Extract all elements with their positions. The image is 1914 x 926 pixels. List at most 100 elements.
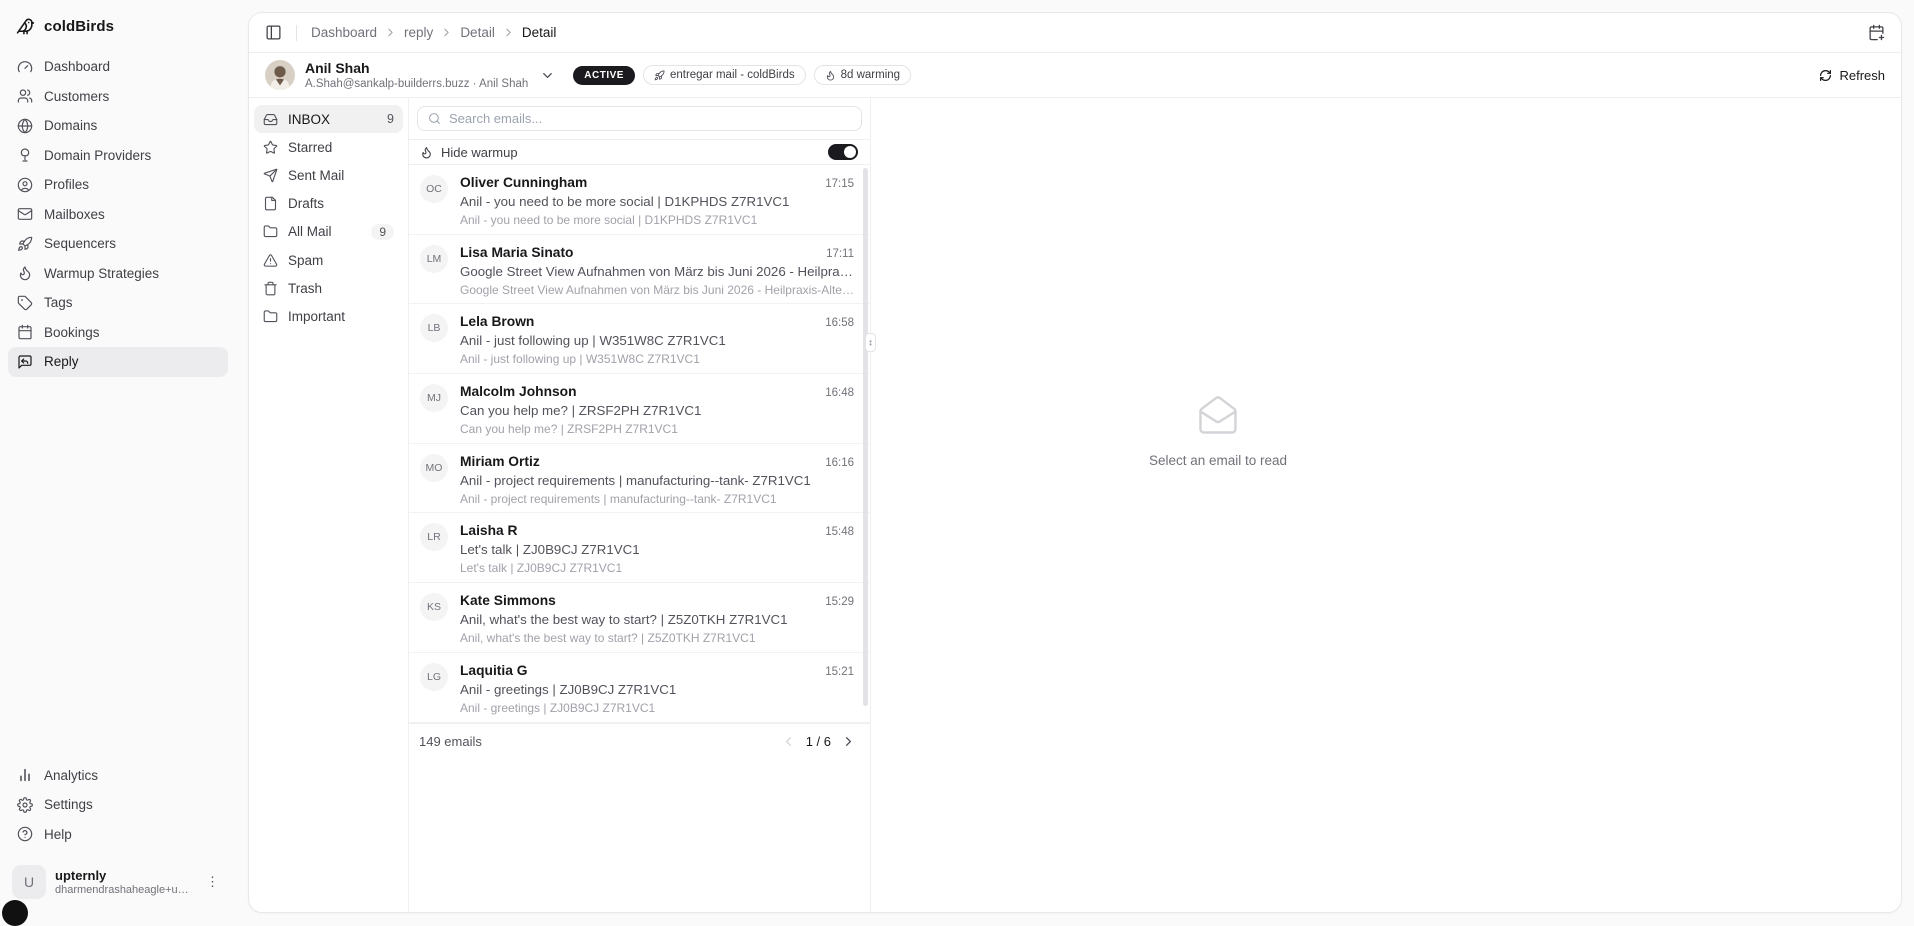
calendar-plus-icon bbox=[1868, 24, 1885, 41]
status-badge: ACTIVE bbox=[573, 66, 635, 85]
breadcrumb-item[interactable]: reply bbox=[404, 25, 433, 40]
sidebar-toggle-button[interactable] bbox=[265, 24, 282, 41]
sender-avatar: LG bbox=[420, 663, 448, 691]
email-list-panel: Hide warmup OC Oliver Cunningham 17:15 An… bbox=[409, 98, 871, 912]
refresh-icon bbox=[1819, 69, 1832, 82]
page-prev-button[interactable] bbox=[781, 734, 796, 749]
folder-sent-mail[interactable]: Sent Mail bbox=[254, 161, 403, 189]
email-list-item[interactable]: LR Laisha R15:48 Let's talk | ZJ0B9CJ Z7… bbox=[409, 513, 870, 583]
page-next-button[interactable] bbox=[841, 734, 856, 749]
account-avatar: U bbox=[12, 865, 46, 899]
account-name: upternly bbox=[55, 868, 193, 883]
sender-avatar: LB bbox=[420, 314, 448, 342]
sender-name: Kate Simmons bbox=[460, 593, 815, 609]
folder-trash[interactable]: Trash bbox=[254, 274, 403, 302]
mail-icon bbox=[17, 206, 33, 222]
breadcrumb-item[interactable]: Dashboard bbox=[311, 25, 377, 40]
email-list-item[interactable]: LB Lela Brown16:58 Anil - just following… bbox=[409, 304, 870, 374]
sidebar-item-domain-providers[interactable]: Domain Providers bbox=[8, 141, 228, 171]
warming-tag-badge[interactable]: 8d warming bbox=[814, 65, 911, 85]
folder-label: Spam bbox=[288, 253, 323, 268]
email-preview: Let's talk | ZJ0B9CJ Z7R1VC1 bbox=[460, 561, 854, 575]
rocket-icon bbox=[654, 70, 665, 81]
sidebar-item-label: Settings bbox=[44, 797, 93, 812]
sequencer-tag-badge[interactable]: entregar mail - coldBirds bbox=[643, 65, 806, 85]
calendar-add-button[interactable] bbox=[1868, 24, 1885, 41]
sidebar-item-bookings[interactable]: Bookings bbox=[8, 318, 228, 348]
chevron-right-icon bbox=[502, 26, 515, 39]
reading-pane: Select an email to read bbox=[871, 98, 1901, 912]
email-summary: Miriam Ortiz16:16 Anil - project require… bbox=[460, 454, 854, 513]
bar-chart-icon bbox=[17, 767, 33, 783]
sidebar-item-label: Help bbox=[44, 827, 72, 842]
email-preview: Can you help me? | ZRSF2PH Z7R1VC1 bbox=[460, 422, 854, 436]
sidebar-item-label: Sequencers bbox=[44, 236, 116, 251]
sidebar-item-customers[interactable]: Customers bbox=[8, 82, 228, 112]
search-input[interactable] bbox=[449, 111, 851, 126]
email-subject: Anil - project requirements | manufactur… bbox=[460, 473, 854, 489]
sidebar-item-mailboxes[interactable]: Mailboxes bbox=[8, 200, 228, 230]
sidebar-item-tags[interactable]: Tags bbox=[8, 288, 228, 318]
email-summary: Oliver Cunningham 17:15 Anil - you need t… bbox=[460, 175, 854, 234]
sidebar-item-domains[interactable]: Domains bbox=[8, 111, 228, 141]
refresh-button[interactable]: Refresh bbox=[1819, 68, 1885, 83]
hide-warmup-row: Hide warmup bbox=[409, 140, 870, 165]
profile-subtitle: A.Shah@sankalp-builderrs.buzz · Anil Sha… bbox=[305, 77, 528, 91]
sidebar-item-help[interactable]: Help bbox=[8, 820, 228, 850]
sender-avatar: LM bbox=[420, 245, 448, 273]
folder-icon bbox=[263, 309, 278, 324]
sender-avatar: OC bbox=[420, 175, 448, 203]
breadcrumb-item[interactable]: Detail bbox=[460, 25, 495, 40]
breadcrumb: Dashboard reply Detail Detail bbox=[311, 25, 556, 40]
sidebar-item-settings[interactable]: Settings bbox=[8, 790, 228, 820]
folder-drafts[interactable]: Drafts bbox=[254, 190, 403, 218]
sidebar-item-profiles[interactable]: Profiles bbox=[8, 170, 228, 200]
folder-spam[interactable]: Spam bbox=[254, 246, 403, 274]
email-time: 15:29 bbox=[825, 596, 854, 608]
badge-group: ACTIVE entregar mail - coldBirds 8d warm… bbox=[573, 65, 911, 85]
sidebar-item-analytics[interactable]: Analytics bbox=[8, 761, 228, 791]
folder-starred[interactable]: Starred bbox=[254, 133, 403, 161]
mailbox-select-button[interactable] bbox=[540, 68, 555, 83]
chevron-down-icon bbox=[540, 68, 555, 83]
email-time: 17:15 bbox=[825, 178, 854, 190]
sidebar-item-warmup-strategies[interactable]: Warmup Strategies bbox=[8, 259, 228, 289]
sidebar-item-label: Bookings bbox=[44, 325, 100, 340]
email-subject: Anil - you need to be more social | D1KP… bbox=[460, 194, 854, 210]
email-preview: Anil - project requirements | manufactur… bbox=[460, 492, 854, 506]
topbar: Dashboard reply Detail Detail bbox=[249, 13, 1901, 53]
main-panel: Dashboard reply Detail Detail Anil Shah … bbox=[248, 12, 1902, 913]
sidebar-item-reply[interactable]: Reply bbox=[8, 347, 228, 377]
hide-warmup-toggle[interactable] bbox=[828, 144, 858, 160]
sidebar-item-dashboard[interactable]: Dashboard bbox=[8, 52, 228, 82]
sidebar-item-sequencers[interactable]: Sequencers bbox=[8, 229, 228, 259]
email-list-item[interactable]: MO Miriam Ortiz16:16 Anil - project requ… bbox=[409, 444, 870, 514]
list-scrollbar[interactable] bbox=[863, 168, 868, 706]
search-box bbox=[417, 106, 862, 131]
email-list-item[interactable]: LM Lisa Maria Sinato17:11 Google Street … bbox=[409, 235, 870, 305]
email-list-item[interactable]: LG Laquitia G15:21 Anil - greetings | ZJ… bbox=[409, 653, 870, 723]
account-switcher[interactable]: U upternly dharmendrashaheagle+upter ⋮ bbox=[12, 865, 224, 899]
sender-name: Oliver Cunningham bbox=[460, 175, 815, 191]
panel-resize-handle[interactable]: •• bbox=[865, 333, 876, 352]
sidebar-item-label: Dashboard bbox=[44, 59, 110, 74]
email-list-item[interactable]: OC Oliver Cunningham 17:15 Anil - you nee… bbox=[409, 165, 870, 235]
user-circle-icon bbox=[17, 177, 33, 193]
email-list-item[interactable]: KS Kate Simmons15:29 Anil, what's the be… bbox=[409, 583, 870, 653]
email-preview: Anil - greetings | ZJ0B9CJ Z7R1VC1 bbox=[460, 701, 854, 715]
empty-state: Select an email to read bbox=[1149, 394, 1287, 468]
folder-label: Starred bbox=[288, 140, 332, 155]
hide-warmup-label: Hide warmup bbox=[441, 145, 518, 160]
sidebar-footer-nav: Analytics Settings Help bbox=[8, 761, 228, 850]
email-subject: Anil, what's the best way to start? | Z5… bbox=[460, 612, 854, 628]
folder-all-mail[interactable]: All Mail 9 bbox=[254, 218, 403, 246]
email-summary: Malcolm Johnson16:48 Can you help me? | … bbox=[460, 384, 854, 443]
email-list-item[interactable]: MJ Malcolm Johnson16:48 Can you help me?… bbox=[409, 374, 870, 444]
email-time: 16:16 bbox=[825, 457, 854, 469]
account-menu-icon[interactable]: ⋮ bbox=[202, 873, 224, 891]
folder-inbox[interactable]: INBOX 9 bbox=[254, 105, 403, 133]
sidebar-item-label: Mailboxes bbox=[44, 207, 105, 222]
rocket-icon bbox=[17, 236, 33, 252]
folder-important[interactable]: Important bbox=[254, 302, 403, 330]
sender-name: Lisa Maria Sinato bbox=[460, 245, 816, 261]
